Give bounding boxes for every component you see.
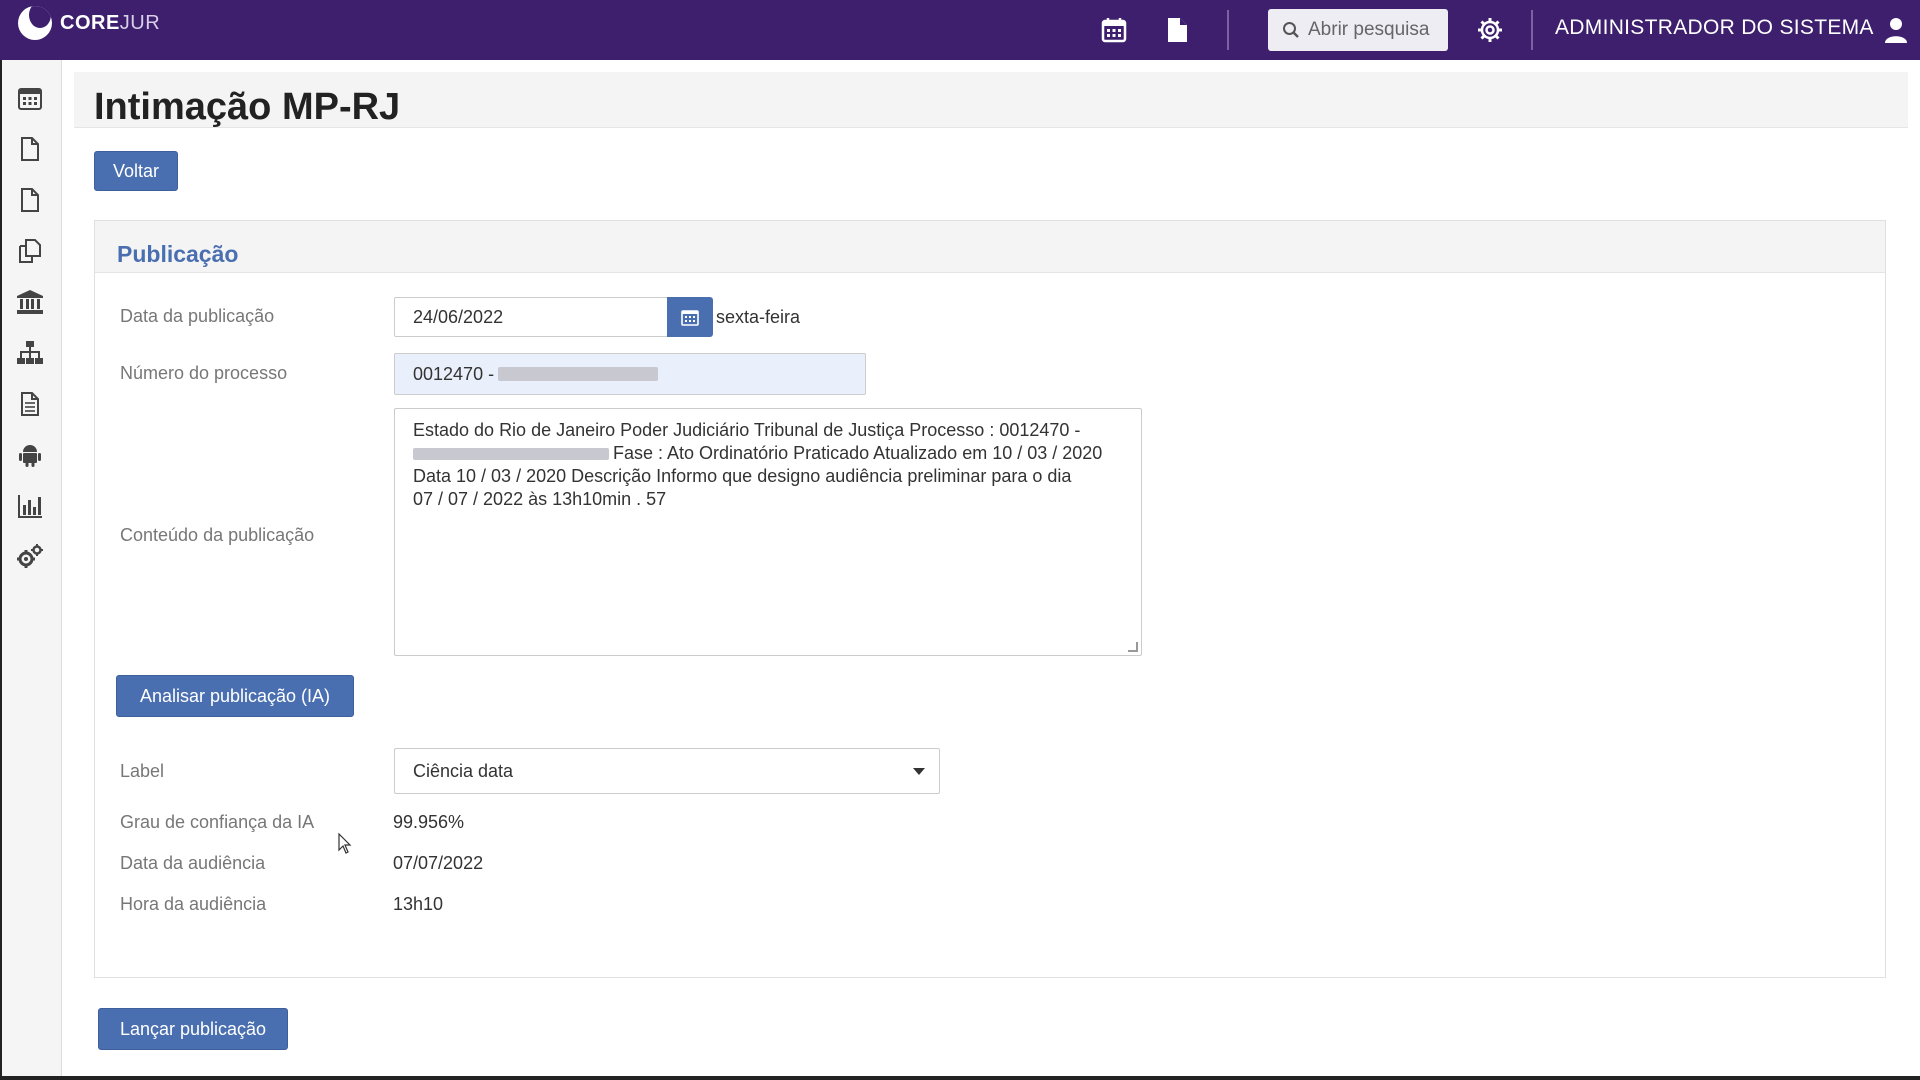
panel-header: Publicação (95, 221, 1885, 273)
sidebar-copy-icon[interactable] (12, 233, 48, 269)
top-navbar: COREJUR Abrir pesquisa ADMINISTRADOR DO … (0, 0, 1920, 60)
redacted-block (413, 448, 609, 461)
sidebar-bank-icon[interactable] (12, 284, 48, 320)
sidebar-file-icon[interactable] (12, 182, 48, 218)
numero-processo-input[interactable]: 0012470 - (394, 353, 866, 395)
data-audiencia-value: 07/07/2022 (393, 853, 484, 873)
hora-audiencia-value: 13h10 (393, 894, 444, 914)
search-icon (1283, 22, 1299, 38)
corejur-logo[interactable]: COREJUR (18, 6, 160, 40)
sidebar-calendar-icon[interactable] (12, 80, 48, 116)
sidebar (0, 60, 62, 1080)
data-audiencia-label: Data da audiência (120, 853, 266, 873)
analisar-publicacao-button[interactable]: Analisar publicação (IA) (116, 675, 354, 717)
document-icon[interactable] (1161, 14, 1193, 46)
user-name[interactable]: ADMINISTRADOR DO SISTEMA (1555, 16, 1874, 40)
section-title: Publicação (117, 241, 239, 267)
logo-text: COREJUR (60, 11, 161, 34)
conteudo-line: Data 10 / 03 / 2020 Descrição Informo qu… (413, 466, 1072, 486)
weekday-text: sexta-feira (716, 307, 801, 327)
sidebar-file-icon[interactable] (12, 131, 48, 167)
confianca-value: 99.956% (393, 812, 465, 832)
conteudo-line-2: Fase : Ato Ordinatório Praticado Atualiz… (413, 442, 1123, 465)
data-publicacao-label: Data da publicação (120, 306, 275, 326)
conteudo-line: 07 / 07 / 2022 às 13h10min . 57 (413, 489, 667, 509)
conteudo-label: Conteúdo da publicação (120, 525, 315, 545)
datepicker-button[interactable] (667, 297, 713, 337)
sidebar-gears-icon[interactable] (12, 539, 48, 575)
user-icon[interactable] (1880, 14, 1912, 46)
data-publicacao-value: 24/06/2022 (413, 306, 504, 327)
gear-icon[interactable] (1474, 14, 1506, 46)
open-search-button[interactable]: Abrir pesquisa (1268, 9, 1448, 51)
topbar-divider (1531, 10, 1533, 50)
label-select[interactable]: Ciência data (394, 748, 940, 794)
resize-handle[interactable] (1128, 642, 1138, 652)
page-title: Intimação MP-RJ (94, 86, 401, 128)
window-bottom-border (0, 1076, 1920, 1080)
numero-processo-label: Número do processo (120, 363, 288, 383)
data-publicacao-input[interactable]: 24/06/2022 (394, 297, 668, 337)
logo-mark-icon (18, 6, 52, 40)
sidebar-bar-chart-icon[interactable] (12, 488, 48, 524)
topbar-divider (1227, 10, 1229, 50)
back-button[interactable]: Voltar (94, 151, 178, 191)
calendar-icon (681, 310, 699, 326)
redacted-block (498, 367, 659, 381)
lancar-publicacao-button[interactable]: Lançar publicação (98, 1008, 288, 1050)
mouse-cursor-icon (338, 833, 352, 854)
label-field-label: Label (120, 761, 165, 781)
label-select-value: Ciência data (413, 760, 514, 781)
sidebar-android-icon[interactable] (12, 437, 48, 473)
sidebar-file-text-icon[interactable] (12, 386, 48, 422)
sidebar-sitemap-icon[interactable] (12, 335, 48, 371)
conteudo-textarea[interactable]: Estado do Rio de Janeiro Poder Judiciári… (394, 408, 1142, 656)
confianca-label: Grau de confiança da IA (120, 812, 315, 832)
conteudo-line: Estado do Rio de Janeiro Poder Judiciári… (413, 420, 1081, 440)
caret-down-icon (913, 768, 925, 775)
numero-processo-value: 0012470 - (413, 363, 495, 384)
open-search-label: Abrir pesquisa (1308, 19, 1430, 40)
hora-audiencia-label: Hora da audiência (120, 894, 267, 914)
calendar-icon[interactable] (1098, 14, 1130, 46)
